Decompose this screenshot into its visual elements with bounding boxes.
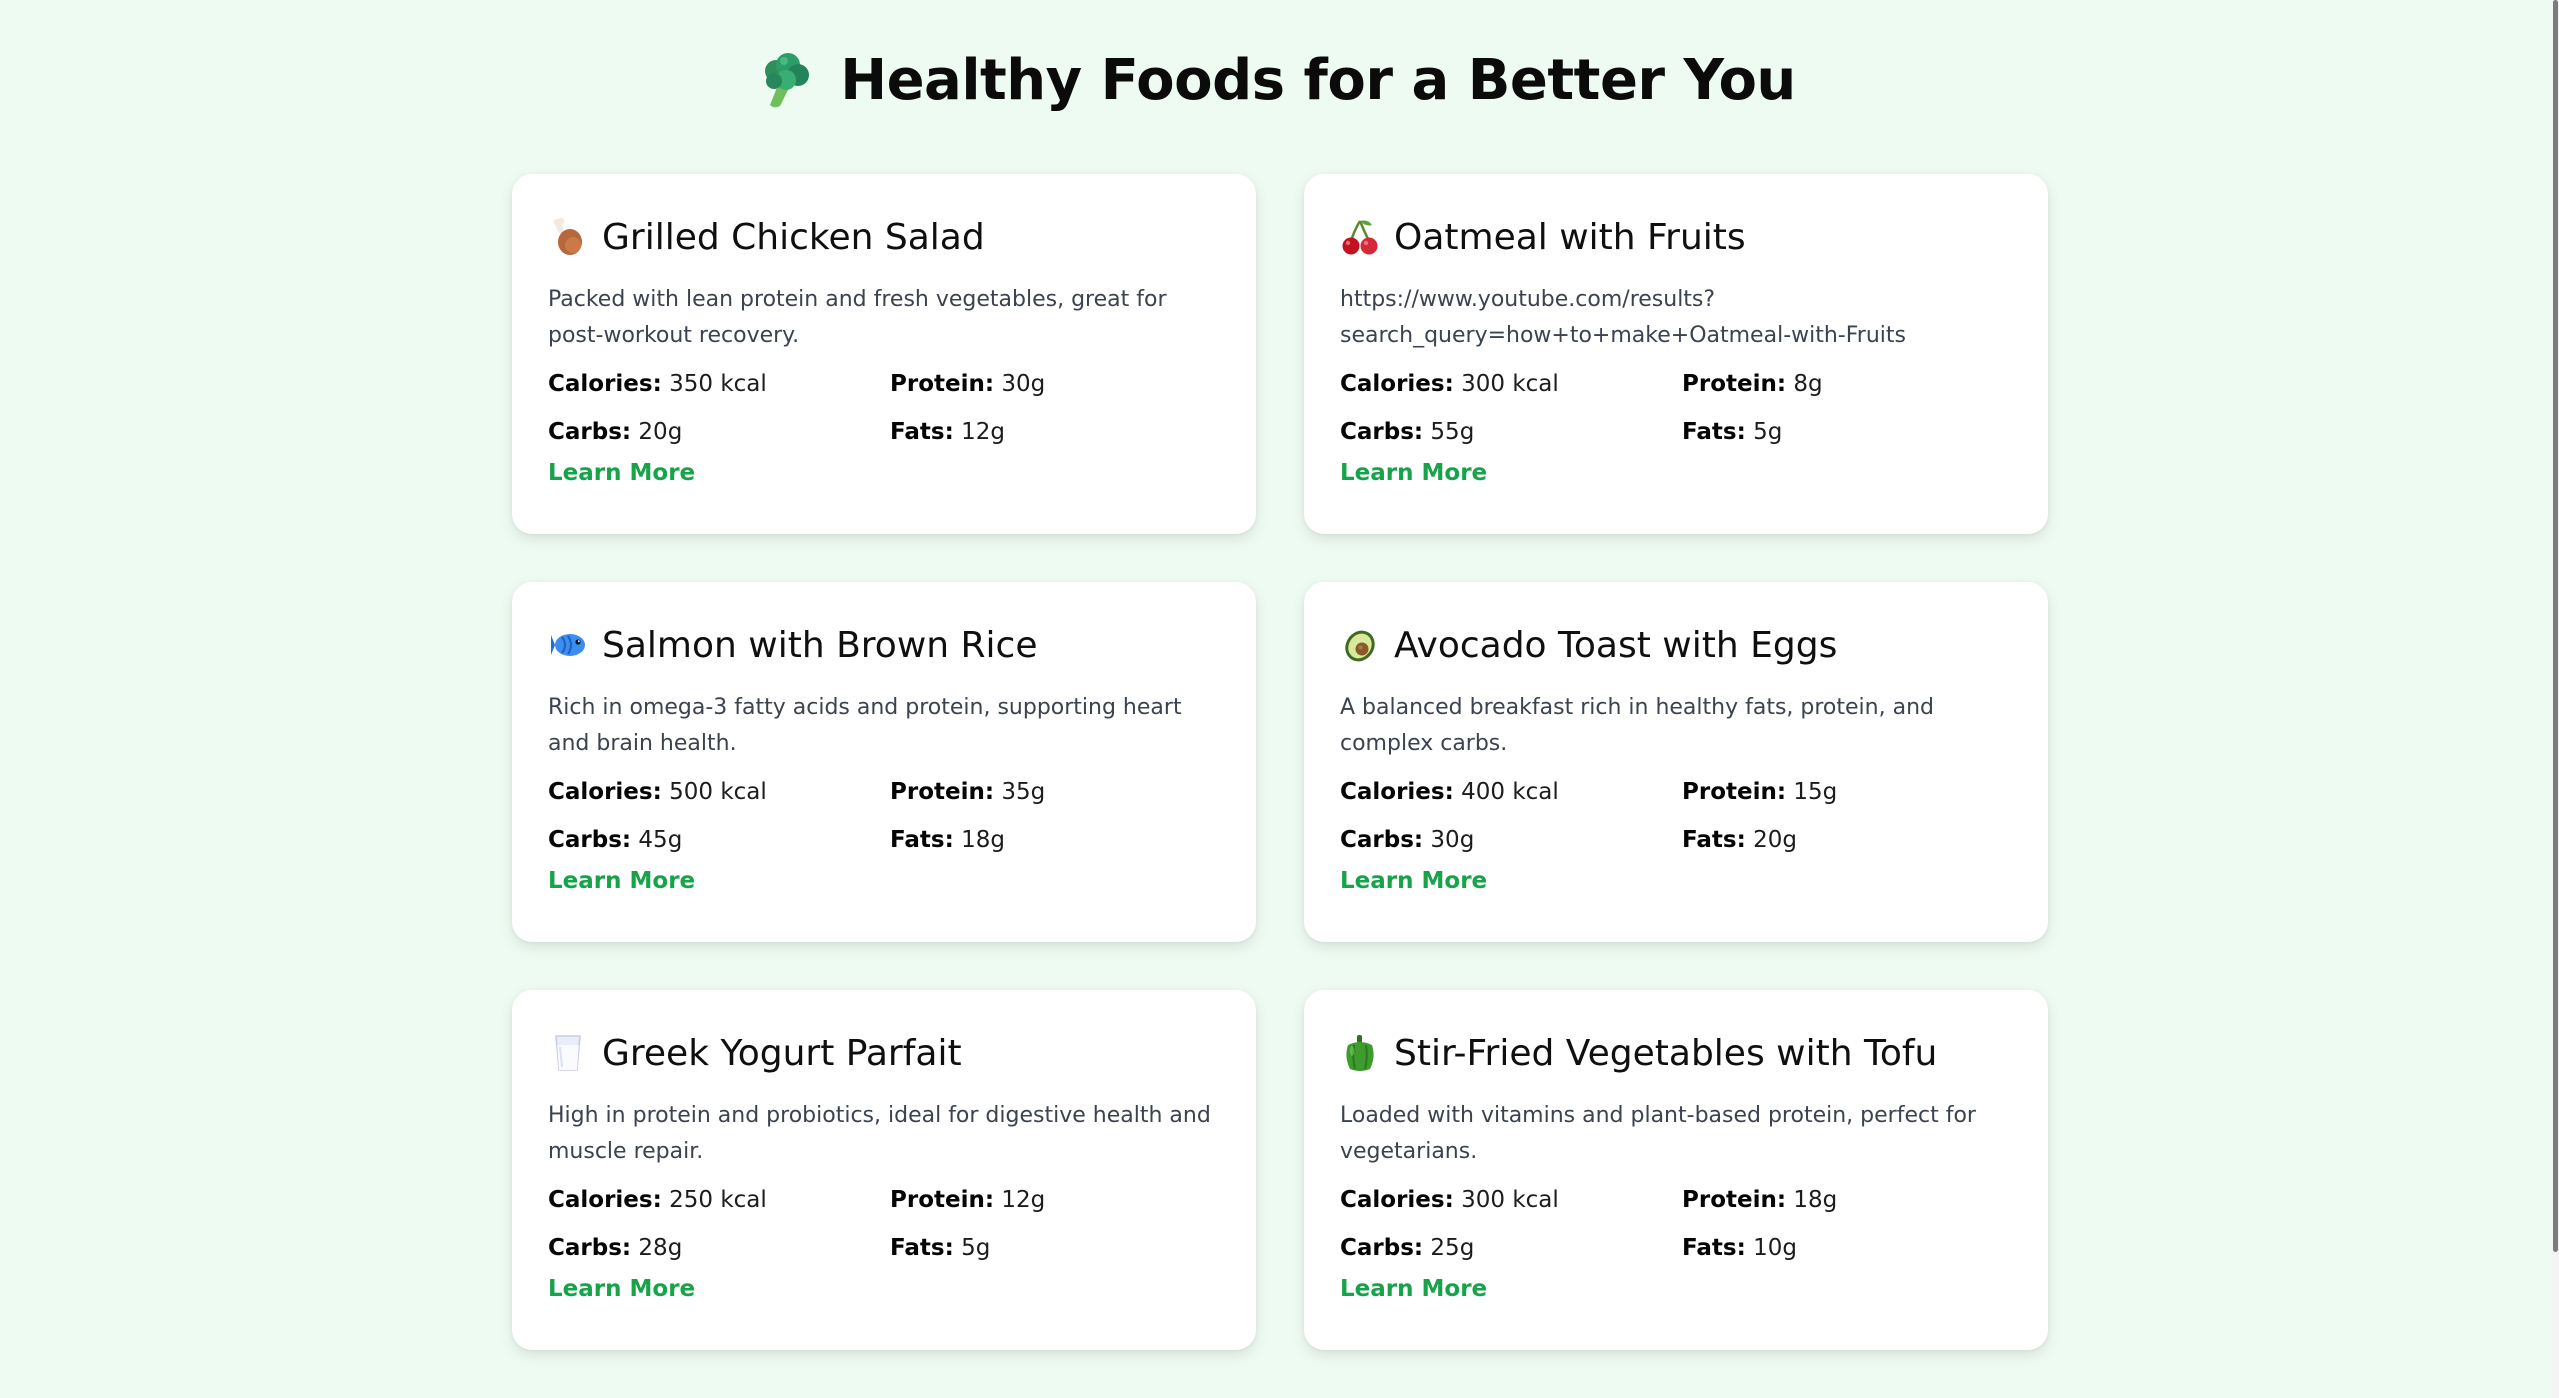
protein-stat: Protein: 12g [890,1187,1046,1213]
fats-stat: Fats: 5g [890,1235,991,1261]
fats-stat: Fats: 10g [1682,1235,1797,1261]
card-description: Loaded with vitamins and plant-based pro… [1340,1103,1976,1164]
fish-icon [548,625,588,665]
protein-stat: Protein: 35g [890,779,1046,805]
glass-of-milk-icon [548,1033,588,1073]
card-description: A balanced breakfast rich in healthy fat… [1340,695,1934,756]
protein-stat: Protein: 8g [1682,371,1823,397]
carbs-stat: Carbs: 28g [548,1235,683,1261]
nutrition-stats: Calories: 350 kcal Protein: 30g Carbs: 2… [548,366,1220,450]
learn-more-link[interactable]: Learn More [548,1276,695,1302]
vertical-scrollbar[interactable] [2552,0,2559,1398]
scrollbar-thumb[interactable] [2553,0,2558,1252]
cherries-icon [1340,217,1380,257]
food-card: Salmon with Brown Rice Rich in omega-3 f… [512,582,1256,942]
card-header: Avocado Toast with Eggs [1340,620,2012,670]
card-header: Greek Yogurt Parfait [548,1028,1220,1078]
card-title: Grilled Chicken Salad [602,216,985,258]
page-title: Healthy Foods for a Better You [840,48,1796,113]
chicken-leg-icon [548,217,588,257]
learn-more-link[interactable]: Learn More [1340,1276,1487,1302]
learn-more-link[interactable]: Learn More [1340,460,1487,486]
learn-more-link[interactable]: Learn More [548,868,695,894]
calories-stat: Calories: 300 kcal [1340,371,1559,397]
calories-stat: Calories: 350 kcal [548,371,767,397]
protein-stat: Protein: 30g [890,371,1046,397]
card-description: Rich in omega-3 fatty acids and protein,… [548,695,1182,756]
card-title: Greek Yogurt Parfait [602,1032,962,1074]
card-title: Avocado Toast with Eggs [1394,624,1838,666]
fats-stat: Fats: 20g [1682,827,1797,853]
carbs-stat: Carbs: 55g [1340,419,1475,445]
carbs-stat: Carbs: 30g [1340,827,1475,853]
nutrition-stats: Calories: 300 kcal Protein: 18g Carbs: 2… [1340,1182,2012,1266]
card-header: Oatmeal with Fruits [1340,212,2012,262]
card-title: Oatmeal with Fruits [1394,216,1746,258]
calories-stat: Calories: 300 kcal [1340,1187,1559,1213]
calories-stat: Calories: 250 kcal [548,1187,767,1213]
card-description: Packed with lean protein and fresh veget… [548,287,1167,348]
nutrition-stats: Calories: 300 kcal Protein: 8g Carbs: 55… [1340,366,2012,450]
card-title: Salmon with Brown Rice [602,624,1038,666]
carbs-stat: Carbs: 45g [548,827,683,853]
learn-more-link[interactable]: Learn More [1340,868,1487,894]
card-header: Grilled Chicken Salad [548,212,1220,262]
food-card: Greek Yogurt Parfait High in protein and… [512,990,1256,1350]
page-header: Healthy Foods for a Better You [0,48,2552,113]
learn-more-link[interactable]: Learn More [548,460,695,486]
card-header: Salmon with Brown Rice [548,620,1220,670]
broccoli-icon [756,51,816,111]
food-card: Stir-Fried Vegetables with Tofu Loaded w… [1304,990,2048,1350]
carbs-stat: Carbs: 20g [548,419,683,445]
card-title: Stir-Fried Vegetables with Tofu [1394,1032,1938,1074]
food-card: Oatmeal with Fruits https://www.youtube.… [1304,174,2048,534]
food-card: Avocado Toast with Eggs A balanced break… [1304,582,2048,942]
fats-stat: Fats: 12g [890,419,1005,445]
nutrition-stats: Calories: 500 kcal Protein: 35g Carbs: 4… [548,774,1220,858]
fats-stat: Fats: 18g [890,827,1005,853]
food-card-grid: Grilled Chicken Salad Packed with lean p… [512,174,2048,1350]
food-card: Grilled Chicken Salad Packed with lean p… [512,174,1256,534]
card-description: https://www.youtube.com/results?search_q… [1340,287,1906,348]
avocado-icon [1340,625,1380,665]
bell-pepper-icon [1340,1033,1380,1073]
card-description: High in protein and probiotics, ideal fo… [548,1103,1211,1164]
protein-stat: Protein: 18g [1682,1187,1838,1213]
card-header: Stir-Fried Vegetables with Tofu [1340,1028,2012,1078]
page: Healthy Foods for a Better You Grilled C… [0,0,2552,1398]
calories-stat: Calories: 500 kcal [548,779,767,805]
calories-stat: Calories: 400 kcal [1340,779,1559,805]
carbs-stat: Carbs: 25g [1340,1235,1475,1261]
fats-stat: Fats: 5g [1682,419,1783,445]
nutrition-stats: Calories: 400 kcal Protein: 15g Carbs: 3… [1340,774,2012,858]
protein-stat: Protein: 15g [1682,779,1838,805]
nutrition-stats: Calories: 250 kcal Protein: 12g Carbs: 2… [548,1182,1220,1266]
